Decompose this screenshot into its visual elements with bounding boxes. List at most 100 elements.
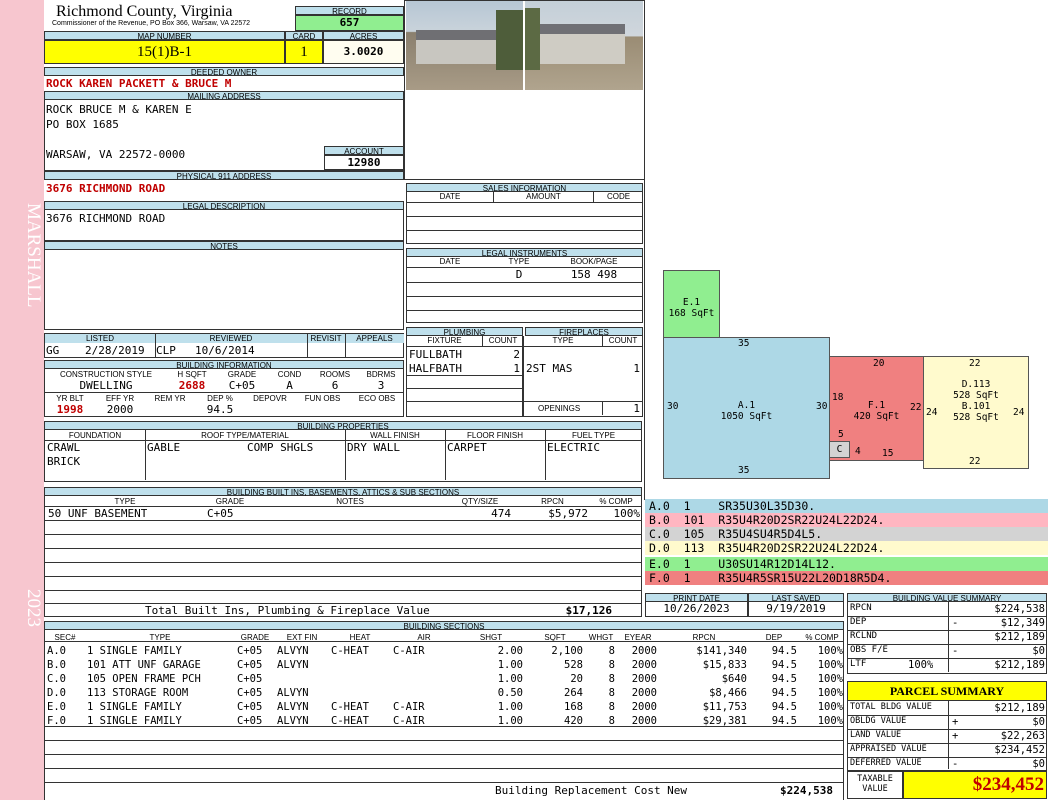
sales-col-date: DATE bbox=[439, 192, 461, 201]
building-info-table: CONSTRUCTION STYLE H SQFT GRADE COND ROO… bbox=[44, 369, 404, 417]
fireplace-type: 2ST MAS bbox=[526, 362, 573, 375]
openings-label: OPENINGS bbox=[538, 404, 581, 413]
ecoobs-label: ECO OBS bbox=[358, 394, 396, 403]
section-cell-rpcn: $640 bbox=[721, 673, 747, 685]
section-cell-sqft: 168 bbox=[564, 701, 583, 713]
section-cell-air bbox=[391, 658, 457, 672]
section-cell-whgt: 8 bbox=[608, 701, 615, 713]
section-cell-sec: C.0 bbox=[47, 673, 66, 685]
effyr-value: 2000 bbox=[106, 403, 134, 416]
reviewed-date: 10/6/2014 bbox=[195, 344, 255, 357]
section-cell-whgt: 8 bbox=[608, 659, 615, 671]
plumbing-count-1: 2 bbox=[513, 348, 520, 361]
roof-material: COMP SHGLS bbox=[247, 441, 314, 454]
fireplaces-table: TYPE COUNT 2ST MAS 1 OPENINGS 1 bbox=[523, 336, 643, 417]
notes-box bbox=[44, 250, 404, 330]
section-cell-sec: A.0 bbox=[47, 645, 66, 657]
li-bookpage: 158 498 bbox=[570, 268, 618, 281]
section-cell-air bbox=[391, 686, 457, 700]
listed-label: LISTED bbox=[45, 334, 155, 343]
grade-value: C+05 bbox=[228, 379, 256, 392]
section-cell-grade: C+05 bbox=[237, 659, 263, 671]
parcel-summary-title: PARCEL SUMMARY bbox=[847, 681, 1047, 701]
print-date: 10/26/2023 bbox=[645, 602, 748, 617]
yrblt-label: YR BLT bbox=[56, 394, 84, 403]
foundation-label: FOUNDATION bbox=[68, 431, 122, 440]
fireplace-count: 1 bbox=[633, 362, 640, 375]
vs-value-rclnd: $212,189 bbox=[994, 631, 1045, 643]
section-cell-shgt: 1.00 bbox=[497, 659, 523, 671]
section-cell-type: 101 ATT UNF GARAGE bbox=[87, 659, 201, 671]
section-cell-heat bbox=[329, 658, 391, 672]
taxable-value: $234,452 bbox=[903, 771, 1047, 799]
acres-label: ACRES bbox=[323, 31, 404, 41]
builtins-table: TYPE GRADE NOTES QTY/SIZE RPCN % COMP 50… bbox=[44, 496, 642, 617]
legal-instruments-table: DATE TYPE BOOK/PAGE D 158 498 bbox=[406, 257, 643, 323]
bdrms-value: 3 bbox=[377, 379, 385, 392]
dep-value: 94.5 bbox=[206, 403, 234, 416]
section-cell-eyear: 2000 bbox=[631, 659, 657, 671]
vs-value-ltf: $212,189 bbox=[994, 659, 1045, 671]
plumbing-col-fixture: FIXTURE bbox=[427, 336, 462, 345]
roof-type: GABLE bbox=[147, 441, 181, 454]
section-cell-grade: C+05 bbox=[237, 701, 263, 713]
plumbing-col-count: COUNT bbox=[482, 336, 523, 346]
fuel-type: ELECTRIC bbox=[547, 441, 600, 454]
vs-value-dep: $12,349 bbox=[1000, 617, 1045, 629]
ps-value-obldg: $0 bbox=[1032, 716, 1045, 728]
builtins-type: 50 UNF BASEMENT bbox=[48, 507, 148, 520]
hsqft-value: 2688 bbox=[178, 379, 206, 392]
segment-row-d: D.0 113 R35U4R20D2SR22U24L22D24. bbox=[645, 541, 1048, 555]
card-label: CARD bbox=[285, 31, 323, 41]
builtins-col-qty: QTY/SIZE bbox=[461, 497, 499, 506]
section-cell-sqft: 264 bbox=[564, 687, 583, 699]
builtins-rpcn: $5,972 bbox=[548, 507, 588, 520]
taxable-label: TAXABLE VALUE bbox=[847, 771, 903, 799]
dep-label: DEP % bbox=[207, 394, 233, 403]
segment-row-f: F.0 1 R35U4R5SR15U22L20D18R5D4. bbox=[645, 571, 1048, 585]
value-summary-title: BUILDING VALUE SUMMARY bbox=[847, 593, 1047, 603]
ps-label-deferred: DEFERRED VALUE bbox=[850, 758, 922, 768]
openings-value: 1 bbox=[602, 402, 640, 415]
notes-label: NOTES bbox=[44, 241, 404, 251]
section-cell-dep: 94.5 bbox=[771, 687, 797, 699]
fireplace-col-type: TYPE bbox=[552, 336, 574, 345]
record-value: 657 bbox=[295, 15, 404, 31]
vs-label-rpcn: RPCN bbox=[850, 603, 872, 613]
li-col-type: TYPE bbox=[508, 257, 530, 266]
funobs-label: FUN OBS bbox=[304, 394, 341, 403]
commissioner-line: Commissioner of the Revenue, PO Box 366,… bbox=[52, 20, 251, 27]
vs-label-rclnd: RCLND bbox=[850, 631, 878, 641]
photo-area bbox=[404, 0, 645, 180]
sales-col-code: CODE bbox=[593, 192, 643, 202]
li-col-bookpage: BOOK/PAGE bbox=[570, 257, 618, 266]
revisit-label: REVISIT bbox=[307, 334, 345, 343]
parcel-summary-table: TOTAL BLDG VALUE $212,189 OBLDG VALUE + … bbox=[847, 701, 1047, 771]
builtins-col-grade: GRADE bbox=[215, 497, 245, 506]
section-row: B.0 101 ATT UNF GARAGE C+05 ALVYN 1.00 528 8 20… bbox=[45, 658, 845, 672]
cond-value: A bbox=[286, 379, 293, 392]
sidebar-year: 2023 bbox=[23, 589, 44, 627]
section-cell-rpcn: $8,466 bbox=[709, 687, 747, 699]
section-cell-sec: E.0 bbox=[47, 701, 66, 713]
section-cell-grade: C+05 bbox=[237, 645, 263, 657]
sidebar-owner-label: MARSHALL bbox=[23, 202, 44, 308]
builtins-total: $17,126 bbox=[565, 604, 612, 617]
listed-by: GG bbox=[46, 344, 60, 357]
builtins-col-notes: NOTES bbox=[336, 497, 364, 506]
builtins-col-type: TYPE bbox=[114, 497, 136, 506]
section-cell-sec: D.0 bbox=[47, 687, 66, 699]
builtins-total-label: Total Built Ins, Plumbing & Fireplace Va… bbox=[145, 604, 430, 617]
listed-date: 2/28/2019 bbox=[85, 344, 145, 357]
replacement-cost-value: $224,538 bbox=[780, 784, 833, 797]
section-cell-dep: 94.5 bbox=[771, 673, 797, 685]
ps-label-appraised: APPRAISED VALUE bbox=[850, 744, 927, 754]
map-number-label: MAP NUMBER bbox=[44, 31, 285, 41]
section-cell-sqft: 20 bbox=[570, 673, 583, 685]
building-sections-table: SEC# TYPE GRADE EXT FIN HEAT AIR SHGT SQ… bbox=[44, 630, 844, 800]
builtins-comp: 100% bbox=[613, 507, 641, 520]
building-sketch: E.1 168 SqFt A.1 1050 SqFt 35 35 30 30 F… bbox=[645, 260, 1048, 500]
builtins-qty: 474 bbox=[491, 507, 511, 520]
building-info-title: BUILDING INFORMATION bbox=[44, 360, 404, 370]
construction-label: CONSTRUCTION STYLE bbox=[59, 370, 152, 379]
